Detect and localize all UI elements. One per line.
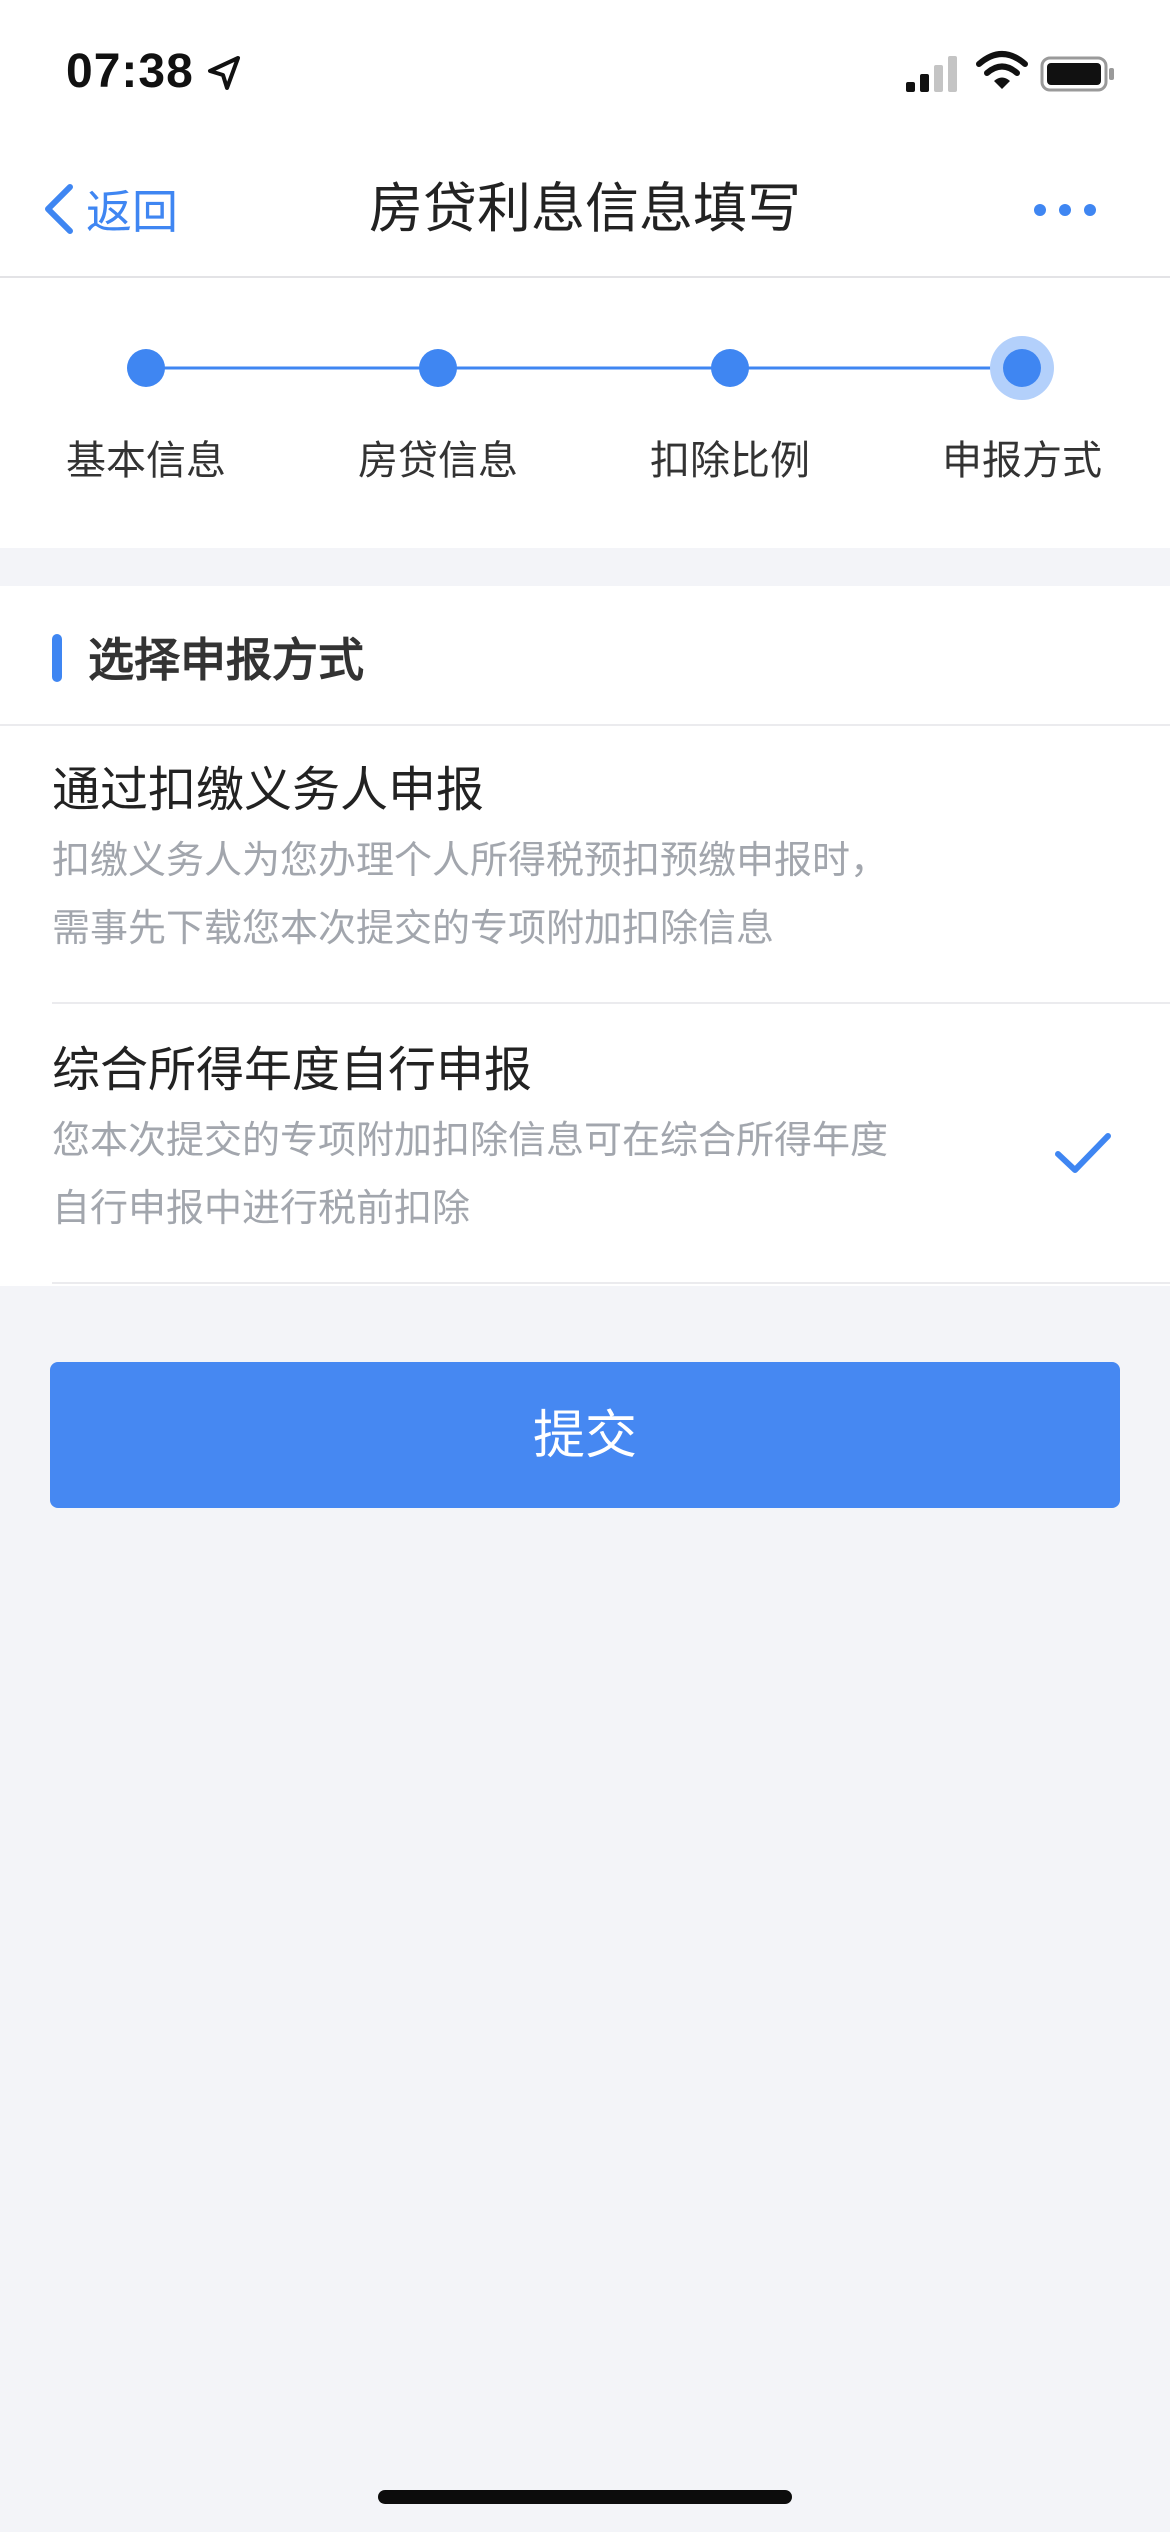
battery-icon <box>1040 56 1114 92</box>
option-annual-self-filing[interactable]: 综合所得年度自行申报 您本次提交的专项附加扣除信息可在综合所得年度 自行申报中进… <box>0 1006 1170 1284</box>
option-description-line: 自行申报中进行税前扣除 <box>52 1186 471 1230</box>
progress-stepper: 基本信息 房贷信息 扣除比例 申报方式 <box>0 278 1170 548</box>
status-bar: 07:38 <box>0 0 1170 150</box>
location-arrow-icon <box>208 56 240 90</box>
stepper-track <box>127 336 1054 400</box>
step-dot-2 <box>419 349 457 387</box>
divider <box>52 1002 1170 1004</box>
status-time: 07:38 <box>66 45 194 98</box>
option-withholding-agent[interactable]: 通过扣缴义务人申报 扣缴义务人为您办理个人所得税预扣预缴申报时， 需事先下载您本… <box>0 726 1170 1004</box>
section-title: 选择申报方式 <box>88 633 364 687</box>
option-description: 扣缴义务人为您办理个人所得税预扣预缴申报时， 需事先下载您本次提交的专项附加扣除… <box>52 826 1012 962</box>
checkmark-icon <box>1055 1133 1111 1173</box>
divider <box>52 1282 1170 1284</box>
section-header: 选择申报方式 <box>0 586 1170 726</box>
option-description-line: 扣缴义务人为您办理个人所得税预扣预缴申报时， <box>52 838 889 882</box>
navigation-bar: 房贷利息信息填写 返回 <box>0 150 1170 278</box>
filing-method-section: 选择申报方式 通过扣缴义务人申报 扣缴义务人为您办理个人所得税预扣预缴申报时， … <box>0 586 1170 1286</box>
back-button[interactable]: 返回 <box>40 174 178 244</box>
more-dots-icon[interactable] <box>1030 190 1100 230</box>
step-label-filing-method: 申报方式 <box>942 438 1102 484</box>
section-accent-bar <box>52 634 62 682</box>
step-label-basic-info: 基本信息 <box>66 438 226 484</box>
wifi-icon <box>976 51 1028 89</box>
option-description-line: 需事先下载您本次提交的专项附加扣除信息 <box>52 906 775 950</box>
home-indicator <box>378 2490 792 2504</box>
submit-button[interactable]: 提交 <box>50 1362 1120 1508</box>
step-label-deduction-ratio: 扣除比例 <box>650 438 810 484</box>
chevron-left-icon <box>45 184 73 234</box>
step-dot-3 <box>711 349 749 387</box>
option-description-line: 您本次提交的专项附加扣除信息可在综合所得年度 <box>52 1118 889 1162</box>
cellular-signal-icon <box>906 56 957 92</box>
step-label-mortgage-info: 房贷信息 <box>358 438 518 484</box>
step-dot-4 <box>1003 349 1041 387</box>
option-description: 您本次提交的专项附加扣除信息可在综合所得年度 自行申报中进行税前扣除 <box>52 1106 1012 1242</box>
step-dot-1 <box>127 349 165 387</box>
option-title: 综合所得年度自行申报 <box>52 1042 533 1098</box>
back-label: 返回 <box>86 185 178 239</box>
option-title: 通过扣缴义务人申报 <box>52 762 485 818</box>
